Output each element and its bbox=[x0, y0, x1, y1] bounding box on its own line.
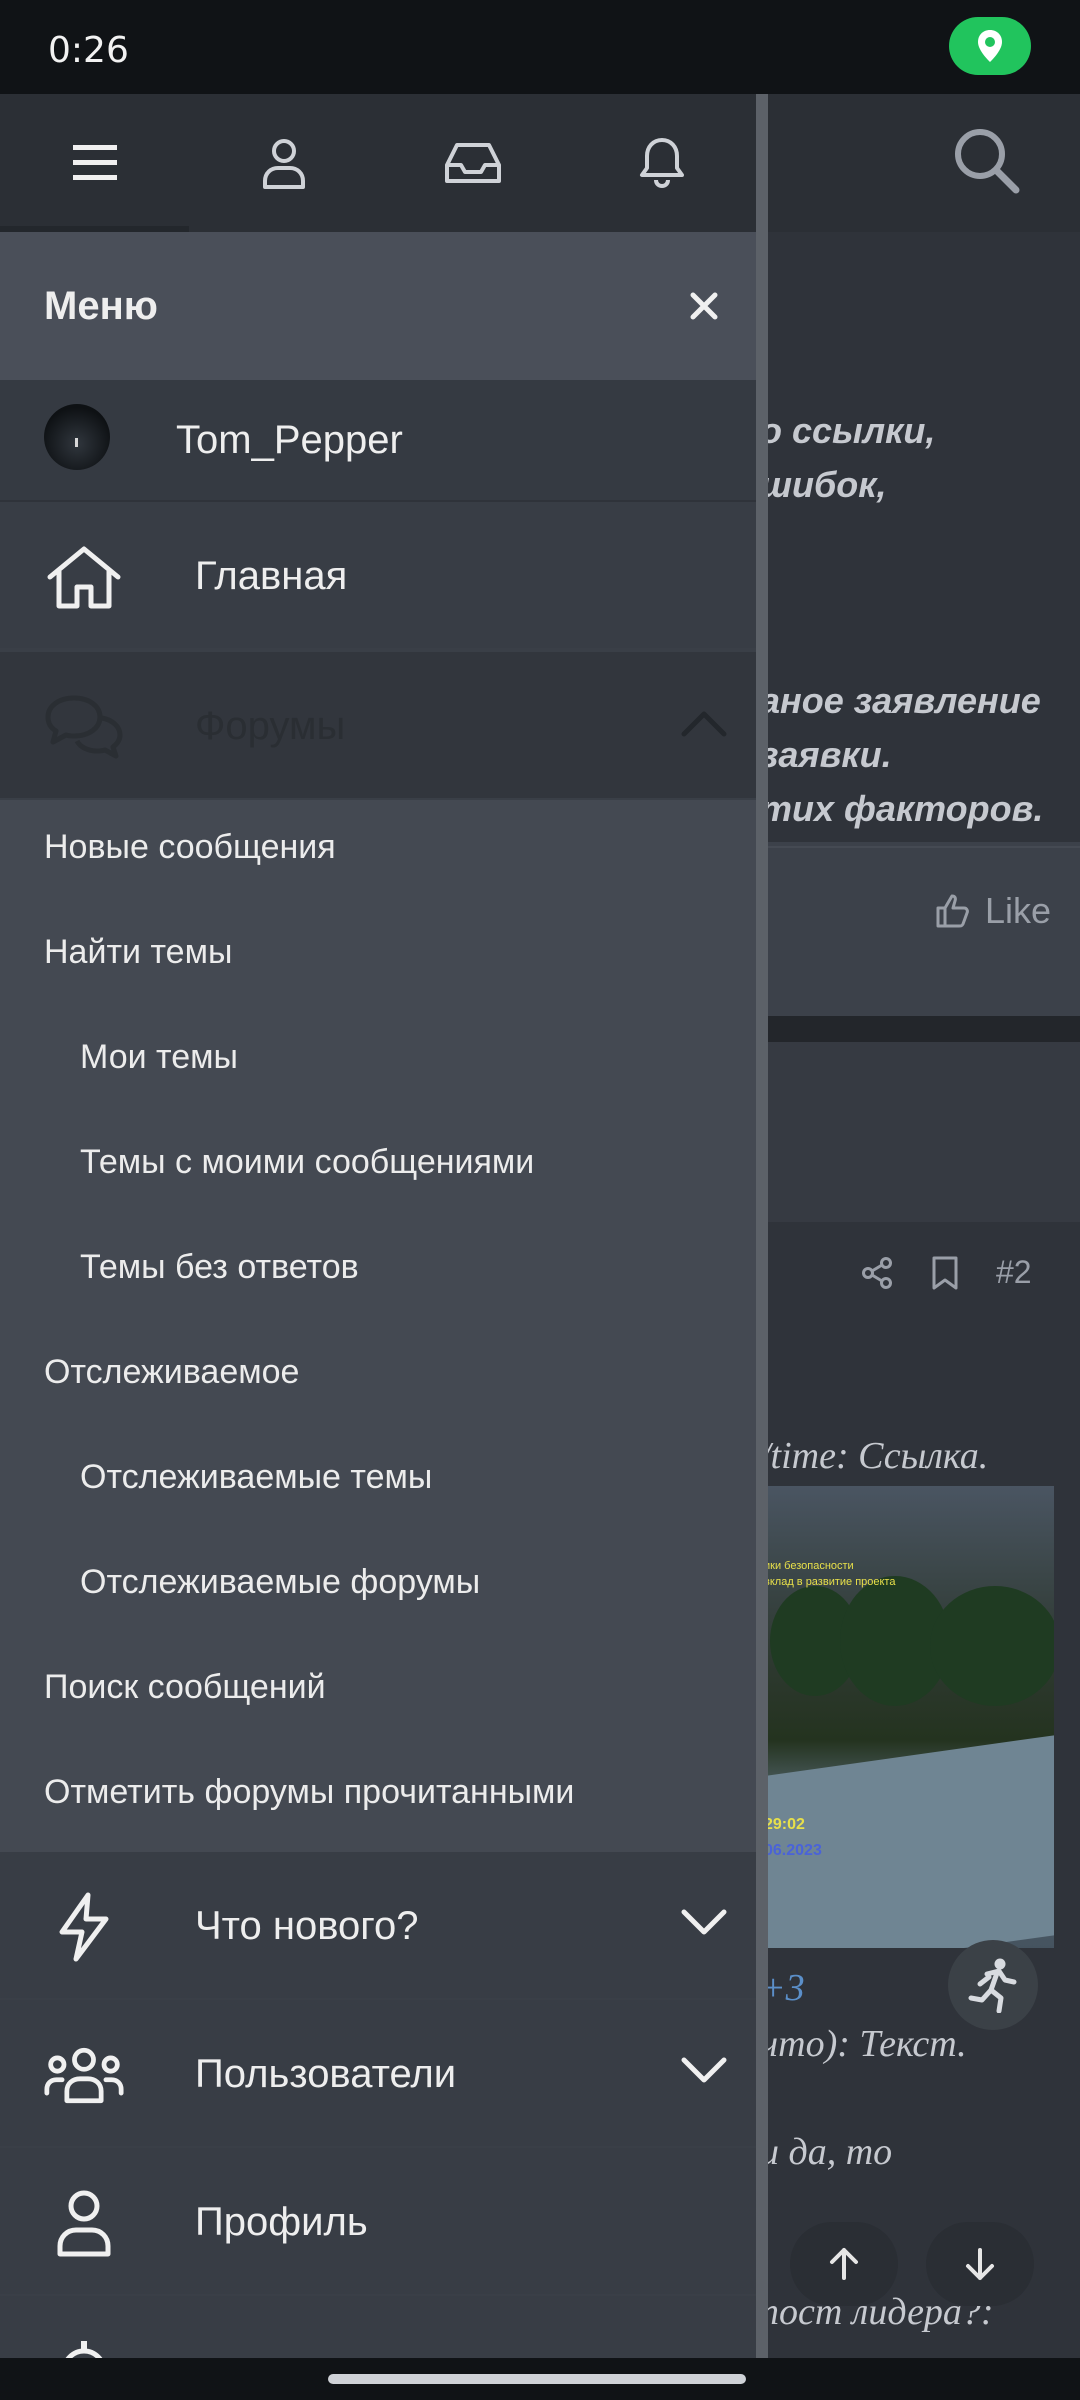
drawer-tab-bar bbox=[0, 94, 756, 232]
post-text-line: и да, то bbox=[760, 2131, 893, 2173]
user-icon bbox=[262, 139, 305, 189]
arrow-down-icon bbox=[966, 2248, 994, 2280]
scroll-down-button[interactable] bbox=[926, 2222, 1034, 2306]
image-time: 29:02 bbox=[764, 1816, 805, 1833]
nav-item-members[interactable]: Пользователи bbox=[0, 2000, 756, 2146]
nav-label: Форумы bbox=[195, 704, 346, 748]
nav-item-whats-new[interactable]: Что нового? bbox=[0, 1852, 756, 1998]
hamburger-icon bbox=[72, 145, 117, 180]
nav-label: Профиль bbox=[195, 2200, 368, 2244]
post-text-line: что): Текст. bbox=[760, 2023, 967, 2065]
tab-menu[interactable] bbox=[0, 94, 189, 232]
image-caption: вклад в развитие проекта bbox=[764, 1576, 896, 1588]
share-icon[interactable] bbox=[860, 1256, 894, 1290]
drawer-scrollbar[interactable] bbox=[756, 94, 768, 2358]
nav-label: Что нового? bbox=[195, 1904, 419, 1948]
like-label: Like bbox=[985, 890, 1052, 931]
submenu-item-watched-threads[interactable]: Отслеживаемые темы bbox=[80, 1458, 432, 1497]
post-text-line: шибок, bbox=[760, 464, 887, 505]
bookmark-icon[interactable] bbox=[930, 1255, 960, 1291]
tab-alerts[interactable] bbox=[567, 94, 756, 232]
submenu-item-my-threads[interactable]: Мои темы bbox=[80, 1038, 238, 1077]
submenu-item-new-posts[interactable]: Новые сообщения bbox=[44, 828, 336, 867]
nav-label: Главная bbox=[195, 554, 348, 598]
submenu-item-threads-with-my-posts[interactable]: Темы с моими сообщениями bbox=[80, 1143, 534, 1182]
home-gesture-handle[interactable] bbox=[328, 2374, 746, 2384]
tab-account[interactable] bbox=[189, 94, 378, 232]
settings-icon bbox=[44, 2336, 124, 2358]
arrow-up-icon bbox=[830, 2248, 858, 2280]
submenu-item-find-threads[interactable]: Найти темы bbox=[44, 933, 232, 972]
inbox-icon bbox=[444, 143, 501, 183]
nav-item-next[interactable] bbox=[0, 2296, 756, 2358]
image-caption: ики безопасности bbox=[764, 1560, 854, 1572]
image-date: 06.2023 bbox=[764, 1842, 822, 1859]
tab-inbox[interactable] bbox=[378, 94, 567, 232]
users-group-icon bbox=[44, 2040, 124, 2110]
bell-icon bbox=[639, 138, 684, 189]
post-number[interactable]: #2 bbox=[996, 1254, 1032, 1291]
username: Tom_Pepper bbox=[176, 418, 403, 462]
nav-item-forums[interactable]: Форумы bbox=[0, 652, 756, 798]
lightning-icon bbox=[44, 1892, 124, 1962]
post-text-line: заявки. bbox=[760, 734, 892, 775]
user-profile-row[interactable]: Tom_Pepper bbox=[0, 380, 756, 502]
chevron-up-icon[interactable] bbox=[680, 706, 728, 743]
menu-header: Меню bbox=[0, 232, 756, 380]
status-bar: 0:26 bbox=[0, 0, 1080, 94]
submenu-item-mark-read[interactable]: Отметить форумы прочитанными bbox=[44, 1773, 574, 1812]
post-text-line: аное заявление bbox=[760, 680, 1041, 721]
running-person-icon bbox=[968, 1958, 1017, 2013]
submenu-item-watched[interactable]: Отслеживаемое bbox=[44, 1353, 299, 1392]
close-button[interactable] bbox=[682, 284, 726, 328]
location-indicator bbox=[949, 17, 1031, 75]
running-person-button[interactable] bbox=[948, 1940, 1038, 2030]
chevron-down-icon[interactable] bbox=[680, 1906, 728, 1943]
post-actions: #2 bbox=[860, 1254, 1032, 1291]
thumbs-up-icon bbox=[936, 894, 969, 928]
location-pin-icon bbox=[978, 30, 1002, 62]
submenu-item-watched-forums[interactable]: Отслеживаемые форумы bbox=[80, 1563, 480, 1602]
home-icon bbox=[44, 542, 124, 612]
scroll-up-button[interactable] bbox=[790, 2222, 898, 2306]
menu-title: Меню bbox=[44, 284, 158, 328]
avatar bbox=[44, 404, 110, 470]
user-icon bbox=[44, 2188, 124, 2258]
nav-label: Пользователи bbox=[195, 2052, 457, 2096]
submenu-item-unanswered[interactable]: Темы без ответов bbox=[80, 1248, 359, 1287]
post-text-line: о ссылки, bbox=[760, 410, 936, 451]
post-text-line: /time: Ссылка. bbox=[760, 1435, 989, 1477]
chat-bubbles-icon bbox=[44, 692, 124, 762]
post-attachment-image[interactable]: ики безопасности вклад в развитие проект… bbox=[760, 1486, 1054, 1948]
status-time: 0:26 bbox=[48, 30, 129, 71]
navigation-drawer: Меню Tom_Pepper Главная Форумы Новые соо… bbox=[0, 94, 768, 2358]
nav-item-profile[interactable]: Профиль bbox=[0, 2148, 756, 2294]
navigation-bar bbox=[0, 2358, 1080, 2400]
chevron-down-icon[interactable] bbox=[680, 2054, 728, 2091]
close-icon bbox=[690, 292, 718, 320]
search-icon[interactable] bbox=[950, 124, 1022, 201]
like-button[interactable]: Like bbox=[935, 890, 1051, 932]
forums-submenu: Новые сообщения Найти темы Мои темы Темы… bbox=[0, 800, 756, 1852]
post-text-line: тих факторов. bbox=[760, 788, 1044, 829]
nav-item-home[interactable]: Главная bbox=[0, 502, 756, 648]
submenu-item-search-posts[interactable]: Поиск сообщений bbox=[44, 1668, 326, 1707]
